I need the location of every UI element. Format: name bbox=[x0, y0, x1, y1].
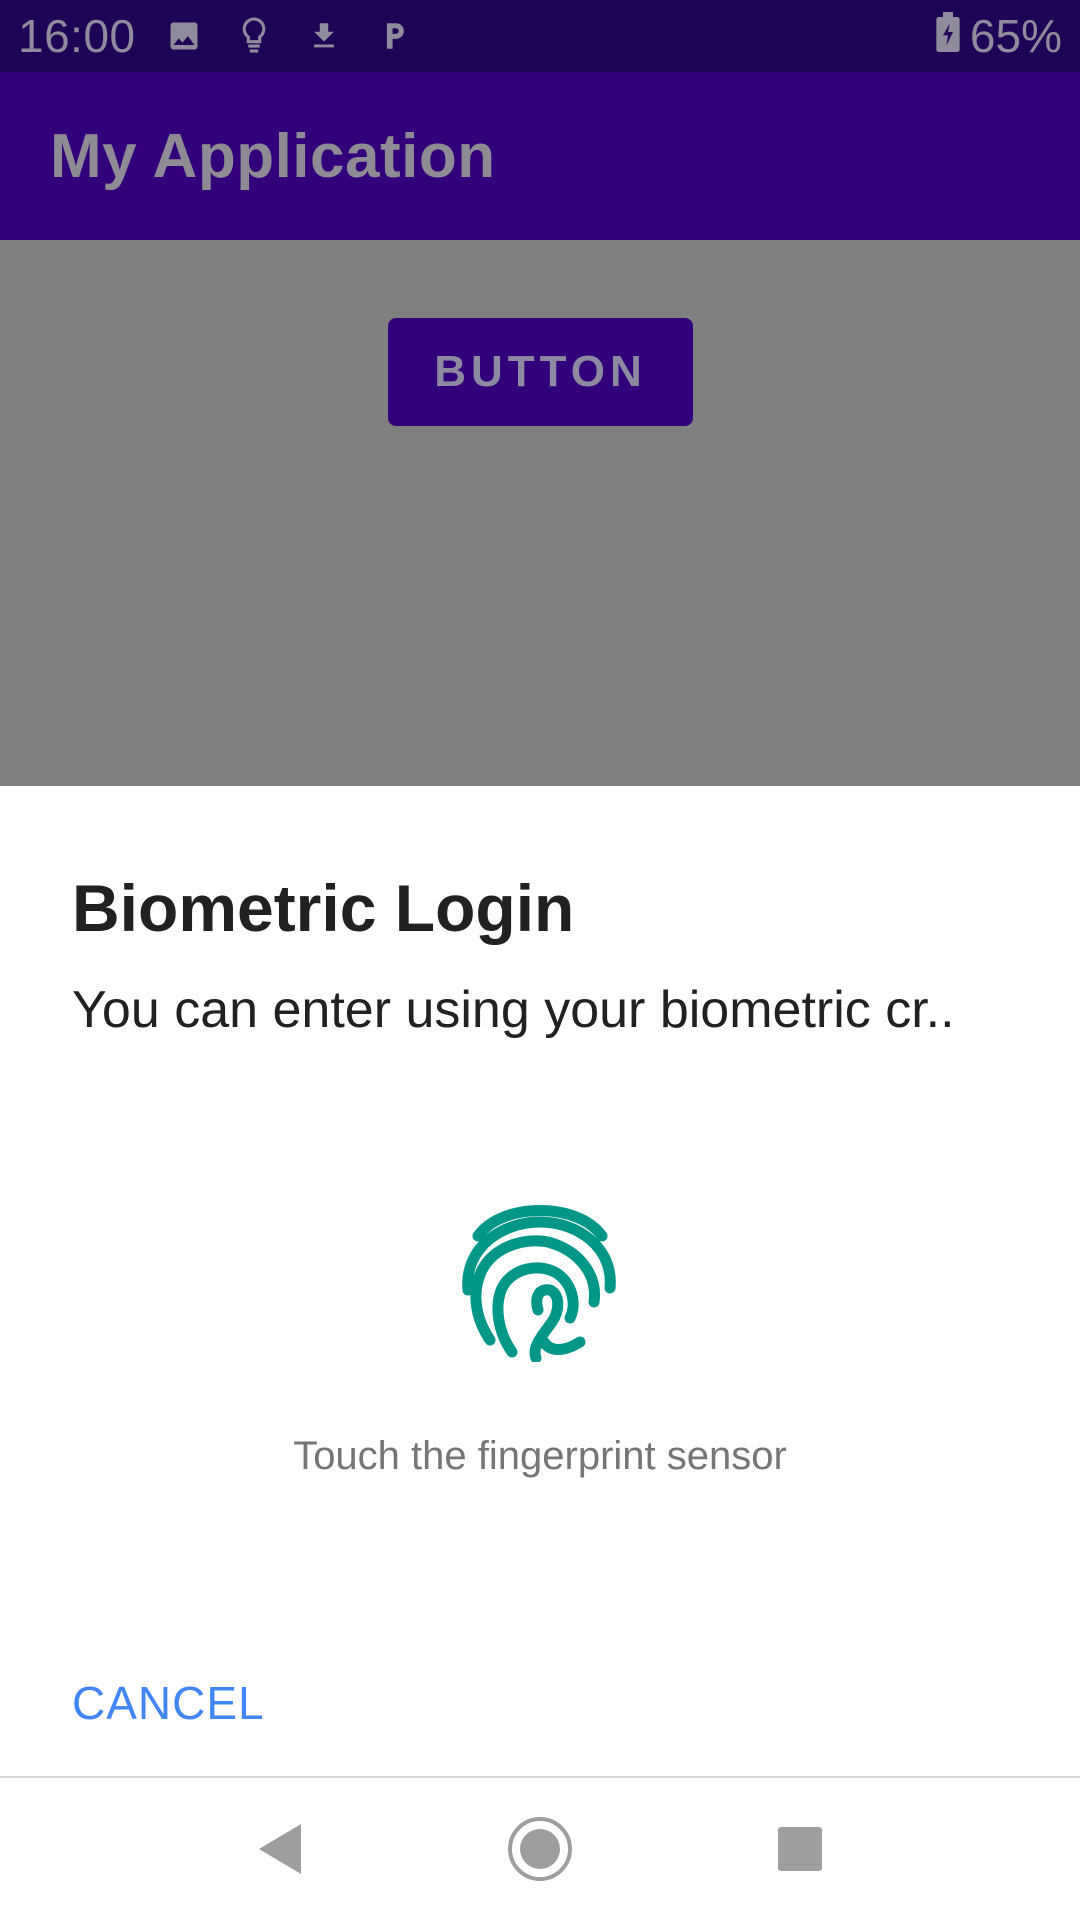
battery-icon bbox=[936, 9, 960, 63]
home-icon bbox=[508, 1817, 572, 1881]
cancel-button[interactable]: CANCEL bbox=[72, 1676, 265, 1730]
navigation-bar bbox=[0, 1778, 1080, 1920]
lightbulb-icon bbox=[234, 16, 274, 56]
dialog-title: Biometric Login bbox=[72, 871, 575, 945]
notification-icons bbox=[164, 16, 414, 56]
app-title: My Application bbox=[50, 121, 496, 191]
home-button[interactable] bbox=[505, 1814, 575, 1884]
status-time: 16:00 bbox=[18, 10, 136, 62]
dialog-status: Touch the fingerprint sensor bbox=[293, 1434, 787, 1478]
fingerprint-icon bbox=[460, 1192, 620, 1364]
content-area: BUTTON bbox=[0, 240, 1080, 786]
biometric-dialog: Biometric Login You can enter using your… bbox=[0, 786, 1080, 1776]
status-bar: 16:00 65% bbox=[0, 0, 1080, 72]
image-icon bbox=[164, 16, 204, 56]
dialog-description: You can enter using your biometric cr.. bbox=[72, 981, 955, 1039]
battery-status: 65% bbox=[936, 9, 1062, 63]
recents-icon bbox=[778, 1827, 822, 1871]
battery-percent: 65% bbox=[969, 10, 1062, 62]
back-icon bbox=[259, 1824, 301, 1874]
app-bar: My Application bbox=[0, 72, 1080, 240]
download-icon bbox=[304, 16, 344, 56]
back-button[interactable] bbox=[245, 1814, 315, 1884]
parking-icon bbox=[374, 16, 414, 56]
recents-button[interactable] bbox=[765, 1814, 835, 1884]
main-button[interactable]: BUTTON bbox=[388, 318, 693, 426]
